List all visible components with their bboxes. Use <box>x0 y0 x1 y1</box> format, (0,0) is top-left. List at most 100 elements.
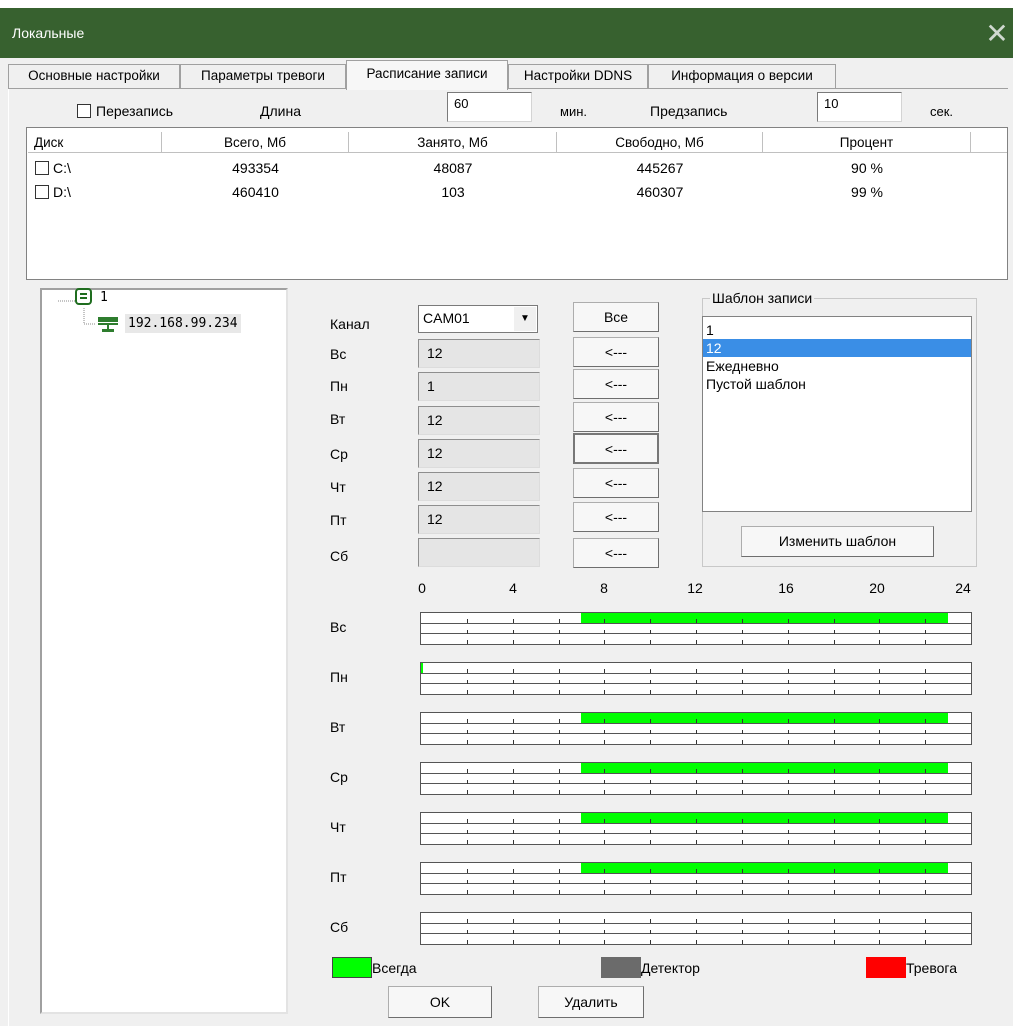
all-days-button[interactable]: Все <box>573 302 659 332</box>
tab-record-schedule[interactable]: Расписание записи <box>346 60 508 90</box>
assign-button-thu[interactable]: <--- <box>573 468 659 498</box>
day-label-sun: Вс <box>330 346 347 362</box>
day-label-wed: Ср <box>330 446 348 462</box>
tab-alarm[interactable]: Параметры тревоги <box>180 64 346 88</box>
disk-name: D:\ <box>53 184 71 200</box>
col-header-disk[interactable]: Диск <box>28 132 162 153</box>
template-item[interactable]: 1 <box>703 321 971 339</box>
timeline-row[interactable] <box>420 612 972 645</box>
legend-swatch-detector <box>601 957 641 978</box>
day-template-mon[interactable]: 1 <box>418 372 540 401</box>
col-header-total[interactable]: Всего, Мб <box>162 132 349 153</box>
template-item-selected[interactable]: 12 <box>703 339 971 357</box>
channel-select[interactable]: CAM01 ▼ <box>418 305 538 333</box>
recording-range <box>581 863 949 873</box>
day-label-fri: Пт <box>330 512 347 528</box>
tab-ddns[interactable]: Настройки DDNS <box>508 64 648 88</box>
disk-free: 445267 <box>636 160 684 176</box>
timeline-day-label: Пт <box>330 869 347 885</box>
col-header-free[interactable]: Свободно, Мб <box>557 132 763 153</box>
tree-device-label[interactable]: 192.168.99.234 <box>125 314 241 333</box>
prerecord-unit: сек. <box>930 104 954 119</box>
recording-range <box>581 813 949 823</box>
disk-total: 493354 <box>232 160 279 176</box>
col-header-used[interactable]: Занято, Мб <box>349 132 557 153</box>
col-header-percent[interactable]: Процент <box>763 132 971 153</box>
hour-label: 4 <box>509 580 517 596</box>
legend-label-detector: Детектор <box>641 960 700 976</box>
device-tree[interactable] <box>40 288 288 1014</box>
disk-total: 460410 <box>232 184 279 200</box>
disk-name: C:\ <box>53 160 71 176</box>
timeline-row[interactable] <box>420 712 972 745</box>
disk-d-checkbox[interactable] <box>35 185 49 199</box>
timeline-row[interactable] <box>420 912 972 945</box>
legend-label-alarm: Тревога <box>906 960 957 976</box>
hour-label: 24 <box>955 580 971 596</box>
timeline-day-label: Ср <box>330 769 348 785</box>
assign-button-tue[interactable]: <--- <box>573 402 659 432</box>
channel-value: CAM01 <box>423 310 470 326</box>
channel-label: Канал <box>330 316 370 332</box>
recording-range <box>421 663 423 673</box>
length-input[interactable]: 60 <box>447 92 532 122</box>
col-header-filler <box>971 132 1007 153</box>
day-template-thu[interactable]: 12 <box>418 472 540 501</box>
assign-button-wed[interactable]: <--- <box>573 433 659 464</box>
timeline-day-label: Сб <box>330 919 349 935</box>
disk-percent: 99 % <box>851 184 883 200</box>
day-label-sat: Сб <box>330 548 349 564</box>
hour-label: 12 <box>687 580 703 596</box>
prerecord-label: Предзапись <box>650 103 728 119</box>
disk-used: 48087 <box>433 160 473 176</box>
timeline-day-label: Чт <box>330 819 346 835</box>
disk-percent: 90 % <box>851 160 883 176</box>
hour-label: 16 <box>778 580 794 596</box>
disk-used: 103 <box>441 184 465 200</box>
tab-general[interactable]: Основные настройки <box>8 64 180 88</box>
legend-label-always: Всегда <box>372 960 417 976</box>
assign-button-sat[interactable]: <--- <box>573 538 659 568</box>
chevron-down-icon[interactable]: ▼ <box>514 307 536 331</box>
hour-label: 20 <box>869 580 885 596</box>
tree-root-label[interactable]: 1 <box>100 290 108 305</box>
timeline-row[interactable] <box>420 862 972 895</box>
ok-button[interactable]: OK <box>388 986 492 1018</box>
template-group-label: Шаблон записи <box>710 290 815 306</box>
prerecord-input[interactable]: 10 <box>817 92 902 122</box>
timeline-row[interactable] <box>420 662 972 695</box>
disk-c-checkbox[interactable] <box>35 161 49 175</box>
assign-button-mon[interactable]: <--- <box>573 369 659 399</box>
timeline-day-label: Вт <box>330 719 346 735</box>
network-device-icon <box>98 317 118 332</box>
device-group-icon <box>75 288 92 305</box>
overwrite-checkbox[interactable] <box>77 104 91 118</box>
day-template-wed[interactable]: 12 <box>418 439 540 468</box>
template-item[interactable]: Пустой шаблон <box>703 375 971 393</box>
recording-range <box>581 713 949 723</box>
timeline-row[interactable] <box>420 762 972 795</box>
legend-swatch-alarm <box>866 957 906 978</box>
day-template-sun[interactable]: 12 <box>418 339 540 368</box>
disk-free: 460307 <box>636 184 684 200</box>
timeline-day-label: Пн <box>330 669 348 685</box>
length-unit: мин. <box>560 104 587 119</box>
hour-label: 8 <box>600 580 608 596</box>
day-label-thu: Чт <box>330 479 346 495</box>
overwrite-label: Перезапись <box>96 103 174 119</box>
day-template-tue[interactable]: 12 <box>418 406 540 435</box>
delete-button[interactable]: Удалить <box>538 986 644 1018</box>
hour-label: 0 <box>418 580 426 596</box>
close-icon[interactable]: ✕ <box>982 14 1012 54</box>
day-template-fri[interactable]: 12 <box>418 505 540 534</box>
assign-button-fri[interactable]: <--- <box>573 502 659 532</box>
timeline-row[interactable] <box>420 812 972 845</box>
template-item[interactable]: Ежедневно <box>703 357 971 375</box>
day-label-mon: Пн <box>330 378 348 394</box>
tab-version[interactable]: Информация о версии <box>648 64 836 88</box>
assign-button-sun[interactable]: <--- <box>573 337 659 367</box>
day-label-tue: Вт <box>330 411 346 427</box>
day-template-sat[interactable] <box>418 538 540 567</box>
edit-template-button[interactable]: Изменить шаблон <box>741 526 934 557</box>
window-title: Локальные <box>12 25 85 41</box>
